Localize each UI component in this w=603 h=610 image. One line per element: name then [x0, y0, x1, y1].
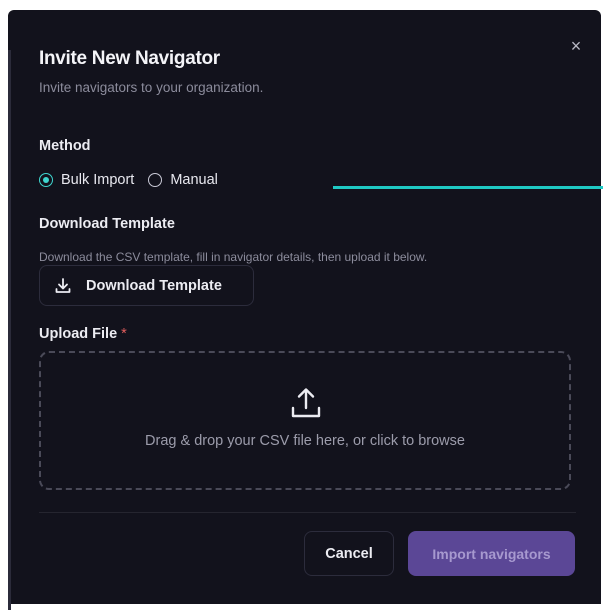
upload-file-label: Upload File *: [39, 326, 127, 342]
radio-unchecked-icon[interactable]: [148, 173, 163, 187]
cancel-button[interactable]: Cancel: [304, 531, 394, 576]
import-navigators-button[interactable]: Import navigators: [408, 531, 575, 576]
dropzone-text: Drag & drop your CSV file here, or click…: [145, 433, 465, 449]
method-radio-group: Bulk Import Manual: [39, 172, 232, 188]
dialog-title: Invite New Navigator: [39, 48, 220, 69]
accent-line: [333, 186, 603, 189]
method-label: Method: [39, 138, 91, 154]
radio-checked-icon[interactable]: [39, 173, 53, 187]
close-icon[interactable]: ×: [568, 37, 584, 55]
radio-manual-label: Manual: [170, 172, 218, 188]
radio-manual[interactable]: Manual: [148, 172, 218, 188]
file-dropzone[interactable]: Drag & drop your CSV file here, or click…: [39, 351, 571, 490]
required-marker: *: [121, 326, 127, 342]
radio-bulk-import-label: Bulk Import: [61, 172, 135, 188]
download-template-description: Download the CSV template, fill in navig…: [39, 250, 428, 264]
download-template-button-label: Download Template: [86, 277, 222, 294]
dialog-subtitle: Invite navigators to your organization.: [39, 80, 264, 95]
download-template-button[interactable]: Download Template: [39, 265, 254, 306]
invite-navigator-dialog: × Invite New Navigator Invite navigators…: [8, 10, 603, 610]
download-template-label: Download Template: [39, 216, 175, 232]
upload-file-label-text: Upload File: [39, 326, 118, 342]
radio-bulk-import[interactable]: Bulk Import: [39, 172, 134, 188]
footer-divider: [39, 512, 576, 513]
download-icon: [55, 277, 71, 293]
dialog-edge: [8, 50, 11, 610]
upload-icon: [291, 388, 321, 418]
